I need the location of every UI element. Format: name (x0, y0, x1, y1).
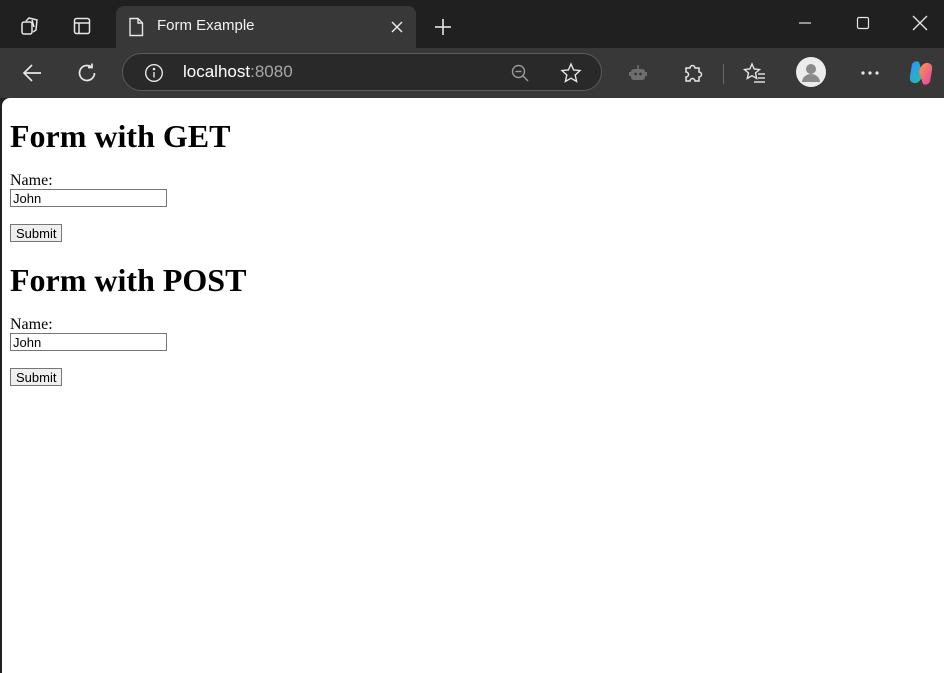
favorites-icon[interactable] (737, 55, 773, 91)
url-port: :8080 (250, 62, 293, 81)
get-form-heading: Form with GET (10, 118, 231, 154)
browser-toolbar: localhost:8080 (0, 48, 944, 98)
tab-strip: Form Example (0, 0, 944, 48)
copilot-icon[interactable] (906, 58, 936, 88)
post-name-label: Name: (10, 316, 53, 333)
profile-icon[interactable] (796, 57, 826, 87)
page-viewport: Form with GET Name: Submit Form with POS… (2, 98, 944, 673)
minimize-icon[interactable] (782, 6, 828, 40)
close-icon[interactable] (386, 16, 408, 38)
vertical-tabs-icon[interactable] (64, 8, 100, 44)
get-name-label: Name: (10, 172, 53, 189)
maximize-icon[interactable] (840, 6, 886, 40)
puzzle-icon[interactable] (675, 55, 711, 91)
star-icon[interactable] (558, 60, 584, 86)
back-arrow-icon[interactable] (14, 55, 50, 91)
refresh-icon[interactable] (69, 55, 105, 91)
more-icon[interactable] (852, 55, 888, 91)
address-bar[interactable]: localhost:8080 (122, 53, 602, 91)
window-close-icon[interactable] (897, 6, 943, 40)
workspaces-icon[interactable] (12, 8, 48, 44)
post-submit-button[interactable]: Submit (10, 368, 63, 386)
get-submit-button[interactable]: Submit (10, 224, 63, 242)
url-text[interactable]: localhost:8080 (183, 62, 293, 82)
page-icon (126, 16, 146, 38)
tab-title: Form Example (157, 17, 255, 34)
plus-icon[interactable] (428, 12, 458, 42)
url-host: localhost (183, 62, 251, 81)
post-form-heading: Form with POST (10, 262, 247, 298)
tab-form-example[interactable]: Form Example (116, 6, 416, 48)
post-name-input[interactable] (10, 333, 167, 351)
bot-icon[interactable] (620, 55, 656, 91)
toolbar-separator (723, 64, 724, 84)
info-icon[interactable] (143, 62, 165, 84)
zoom-out-icon[interactable] (508, 61, 532, 85)
get-name-input[interactable] (10, 189, 167, 207)
